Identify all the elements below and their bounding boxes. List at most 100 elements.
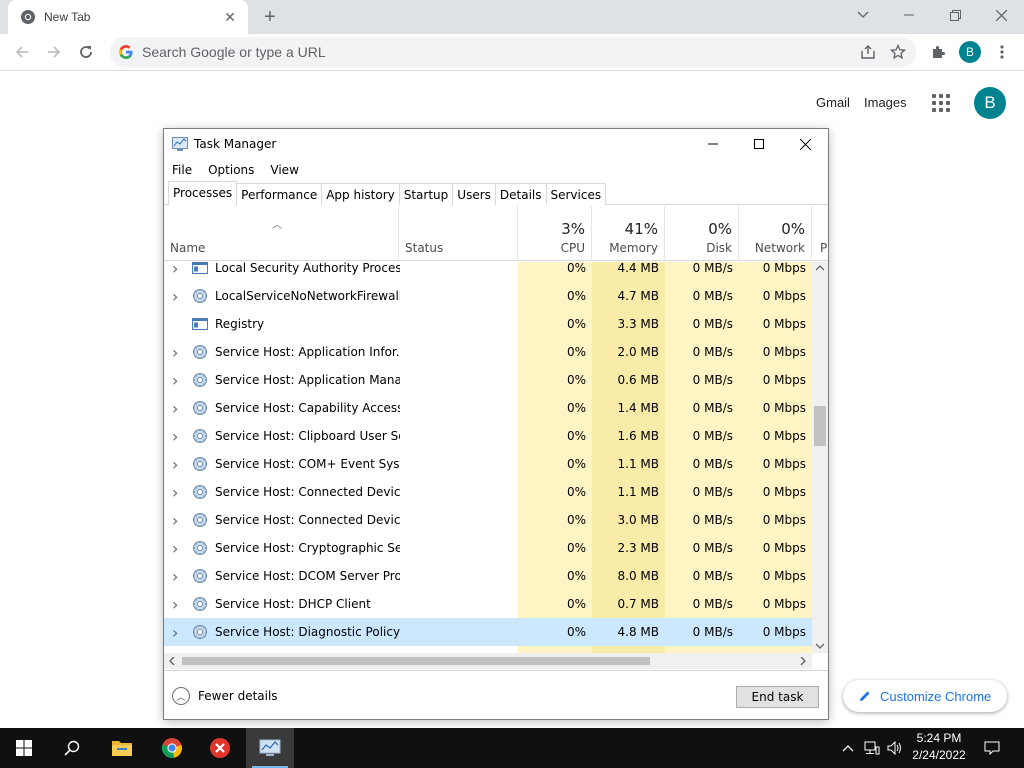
chrome-taskbar-button[interactable]	[148, 728, 196, 768]
bookmark-star-icon[interactable]	[890, 44, 906, 60]
fewer-details-button[interactable]: ︿ Fewer details	[172, 687, 278, 705]
google-account-avatar[interactable]: B	[974, 87, 1006, 119]
customize-chrome-button[interactable]: Customize Chrome	[843, 680, 1007, 712]
expand-chevron-icon[interactable]: ›	[172, 262, 182, 278]
task-manager-taskbar-button[interactable]	[246, 728, 294, 768]
new-tab-button[interactable]: +	[258, 6, 282, 30]
process-disk-value: 0 MB/s	[665, 590, 739, 618]
column-network-header[interactable]: 0% Network	[739, 206, 812, 261]
menu-file[interactable]: File	[164, 163, 200, 177]
expand-chevron-icon[interactable]: ›	[172, 511, 182, 530]
taskbar-clock[interactable]: 5:24 PM 2/24/2022	[904, 730, 974, 764]
reload-button[interactable]	[72, 38, 100, 66]
scroll-down-icon[interactable]	[816, 643, 824, 649]
tab-title: New Tab	[44, 10, 91, 24]
process-row[interactable]: › Service Host: Application Infor... 0% 2.0…	[164, 338, 812, 366]
expand-chevron-icon[interactable]: ›	[172, 343, 182, 362]
expand-chevron-icon[interactable]: ›	[172, 455, 182, 474]
expand-chevron-icon[interactable]: ›	[172, 595, 182, 614]
chrome-menu-button[interactable]	[988, 38, 1016, 66]
tm-close-button[interactable]	[782, 129, 828, 159]
process-row[interactable]: Registry 0% 3.3 MB 0 MB/s 0 Mbps	[164, 310, 812, 338]
column-disk-header[interactable]: 0% Disk	[665, 206, 739, 261]
extensions-button[interactable]	[924, 38, 952, 66]
search-button[interactable]	[48, 728, 96, 768]
process-row[interactable]: › Service Host: Connected Device... 0% 1.1 …	[164, 478, 812, 506]
process-row[interactable]: › Service Host: DCOM Server Proc... 0% 8.0 …	[164, 562, 812, 590]
tm-minimize-button[interactable]	[690, 129, 736, 159]
process-row[interactable]: ›Service Host: Diagnostic Servi...0%0.4 …	[164, 646, 812, 653]
vertical-scroll-thumb[interactable]	[814, 406, 826, 446]
process-network-value: 0 Mbps	[739, 562, 812, 590]
browser-tab[interactable]: New Tab ✕	[8, 0, 248, 34]
puzzle-icon	[933, 46, 945, 58]
tab-performance[interactable]: Performance	[236, 183, 323, 205]
process-row[interactable]: › Service Host: Diagnostic Policy ... 0% 4.…	[164, 618, 812, 646]
process-row[interactable]: › Local Security Authority Process... 0% 4.…	[164, 262, 812, 282]
forward-button[interactable]	[40, 38, 68, 66]
process-network-value: 0 Mbps	[739, 282, 812, 310]
task-manager-titlebar[interactable]: Task Manager	[164, 129, 828, 159]
network-tray-button[interactable]	[860, 728, 884, 768]
expand-chevron-icon[interactable]: ›	[172, 567, 182, 586]
process-network-value: 0 Mbps	[739, 590, 812, 618]
tab-app-history[interactable]: App history	[321, 183, 400, 205]
horizontal-scroll-thumb[interactable]	[182, 657, 650, 665]
column-cpu-header[interactable]: 3% CPU	[518, 206, 592, 261]
share-icon[interactable]	[860, 44, 876, 60]
tab-processes[interactable]: Processes	[168, 181, 238, 205]
process-row[interactable]: › Service Host: COM+ Event Syste... 0%1.1 …	[164, 450, 812, 478]
close-tab-icon[interactable]: ✕	[222, 9, 238, 25]
chevron-up-circle-icon: ︿	[172, 687, 190, 705]
chevron-up-icon	[842, 745, 854, 752]
process-row[interactable]: › Service Host: Cryptographic Ser... 0% 2.3…	[164, 534, 812, 562]
file-explorer-button[interactable]	[98, 728, 146, 768]
column-name-header[interactable]: Name	[164, 206, 399, 261]
tab-users[interactable]: Users	[452, 183, 496, 205]
scroll-left-icon[interactable]	[169, 657, 175, 665]
expand-chevron-icon[interactable]: ›	[172, 427, 182, 446]
process-row[interactable]: › Service Host: Capability Access ... 0% 1.…	[164, 394, 812, 422]
process-row[interactable]: › Service Host: Application Mana... 0% 0.6 …	[164, 366, 812, 394]
expand-chevron-icon[interactable]: ›	[172, 287, 182, 306]
scroll-right-icon[interactable]	[800, 657, 806, 665]
back-button[interactable]	[8, 38, 36, 66]
vertical-scrollbar[interactable]	[812, 262, 828, 653]
tm-maximize-button[interactable]	[736, 129, 782, 159]
process-disk-value: 0 MB/s	[665, 310, 739, 338]
tab-services[interactable]: Services	[545, 183, 607, 205]
red-x-app-button[interactable]	[196, 728, 244, 768]
tab-startup[interactable]: Startup	[398, 183, 454, 205]
close-window-button[interactable]	[978, 0, 1024, 30]
gmail-link[interactable]: Gmail	[816, 95, 850, 110]
column-status-header[interactable]: Status	[399, 206, 518, 261]
profile-avatar[interactable]: B	[959, 41, 981, 63]
tab-details[interactable]: Details	[494, 183, 547, 205]
process-row[interactable]: › Service Host: Clipboard User Ser... 0%1.…	[164, 422, 812, 450]
menu-view[interactable]: View	[262, 163, 306, 177]
menu-options[interactable]: Options	[200, 163, 262, 177]
show-hidden-icons-button[interactable]	[838, 728, 858, 768]
tab-search-icon[interactable]	[840, 0, 886, 30]
action-center-button[interactable]	[978, 728, 1006, 768]
minimize-button[interactable]	[886, 0, 932, 30]
process-row[interactable]: › Service Host: Connected Device... 0% 3.0 …	[164, 506, 812, 534]
column-power-header[interactable]: P	[812, 206, 828, 261]
expand-chevron-icon[interactable]: ›	[172, 399, 182, 418]
restore-button[interactable]	[932, 0, 978, 30]
process-row[interactable]: › LocalServiceNoNetworkFirewall ... 0% 4.7 …	[164, 282, 812, 310]
process-name: Local Security Authority Process...	[215, 262, 400, 275]
volume-tray-button[interactable]	[884, 728, 906, 768]
google-apps-icon[interactable]	[932, 94, 950, 112]
expand-chevron-icon[interactable]: ›	[172, 371, 182, 390]
process-row[interactable]: › Service Host: DHCP Client 0% 0.7 MB 0 MB/s…	[164, 590, 812, 618]
start-button[interactable]	[0, 728, 48, 768]
expand-chevron-icon[interactable]: ›	[172, 623, 182, 642]
end-task-button[interactable]: End task	[736, 686, 819, 708]
scroll-up-icon[interactable]	[816, 265, 824, 271]
omnibox[interactable]: Search Google or type a URL	[110, 37, 916, 67]
expand-chevron-icon[interactable]: ›	[172, 539, 182, 558]
column-memory-header[interactable]: 41% Memory	[592, 206, 665, 261]
expand-chevron-icon[interactable]: ›	[172, 483, 182, 502]
images-link[interactable]: Images	[864, 95, 907, 110]
